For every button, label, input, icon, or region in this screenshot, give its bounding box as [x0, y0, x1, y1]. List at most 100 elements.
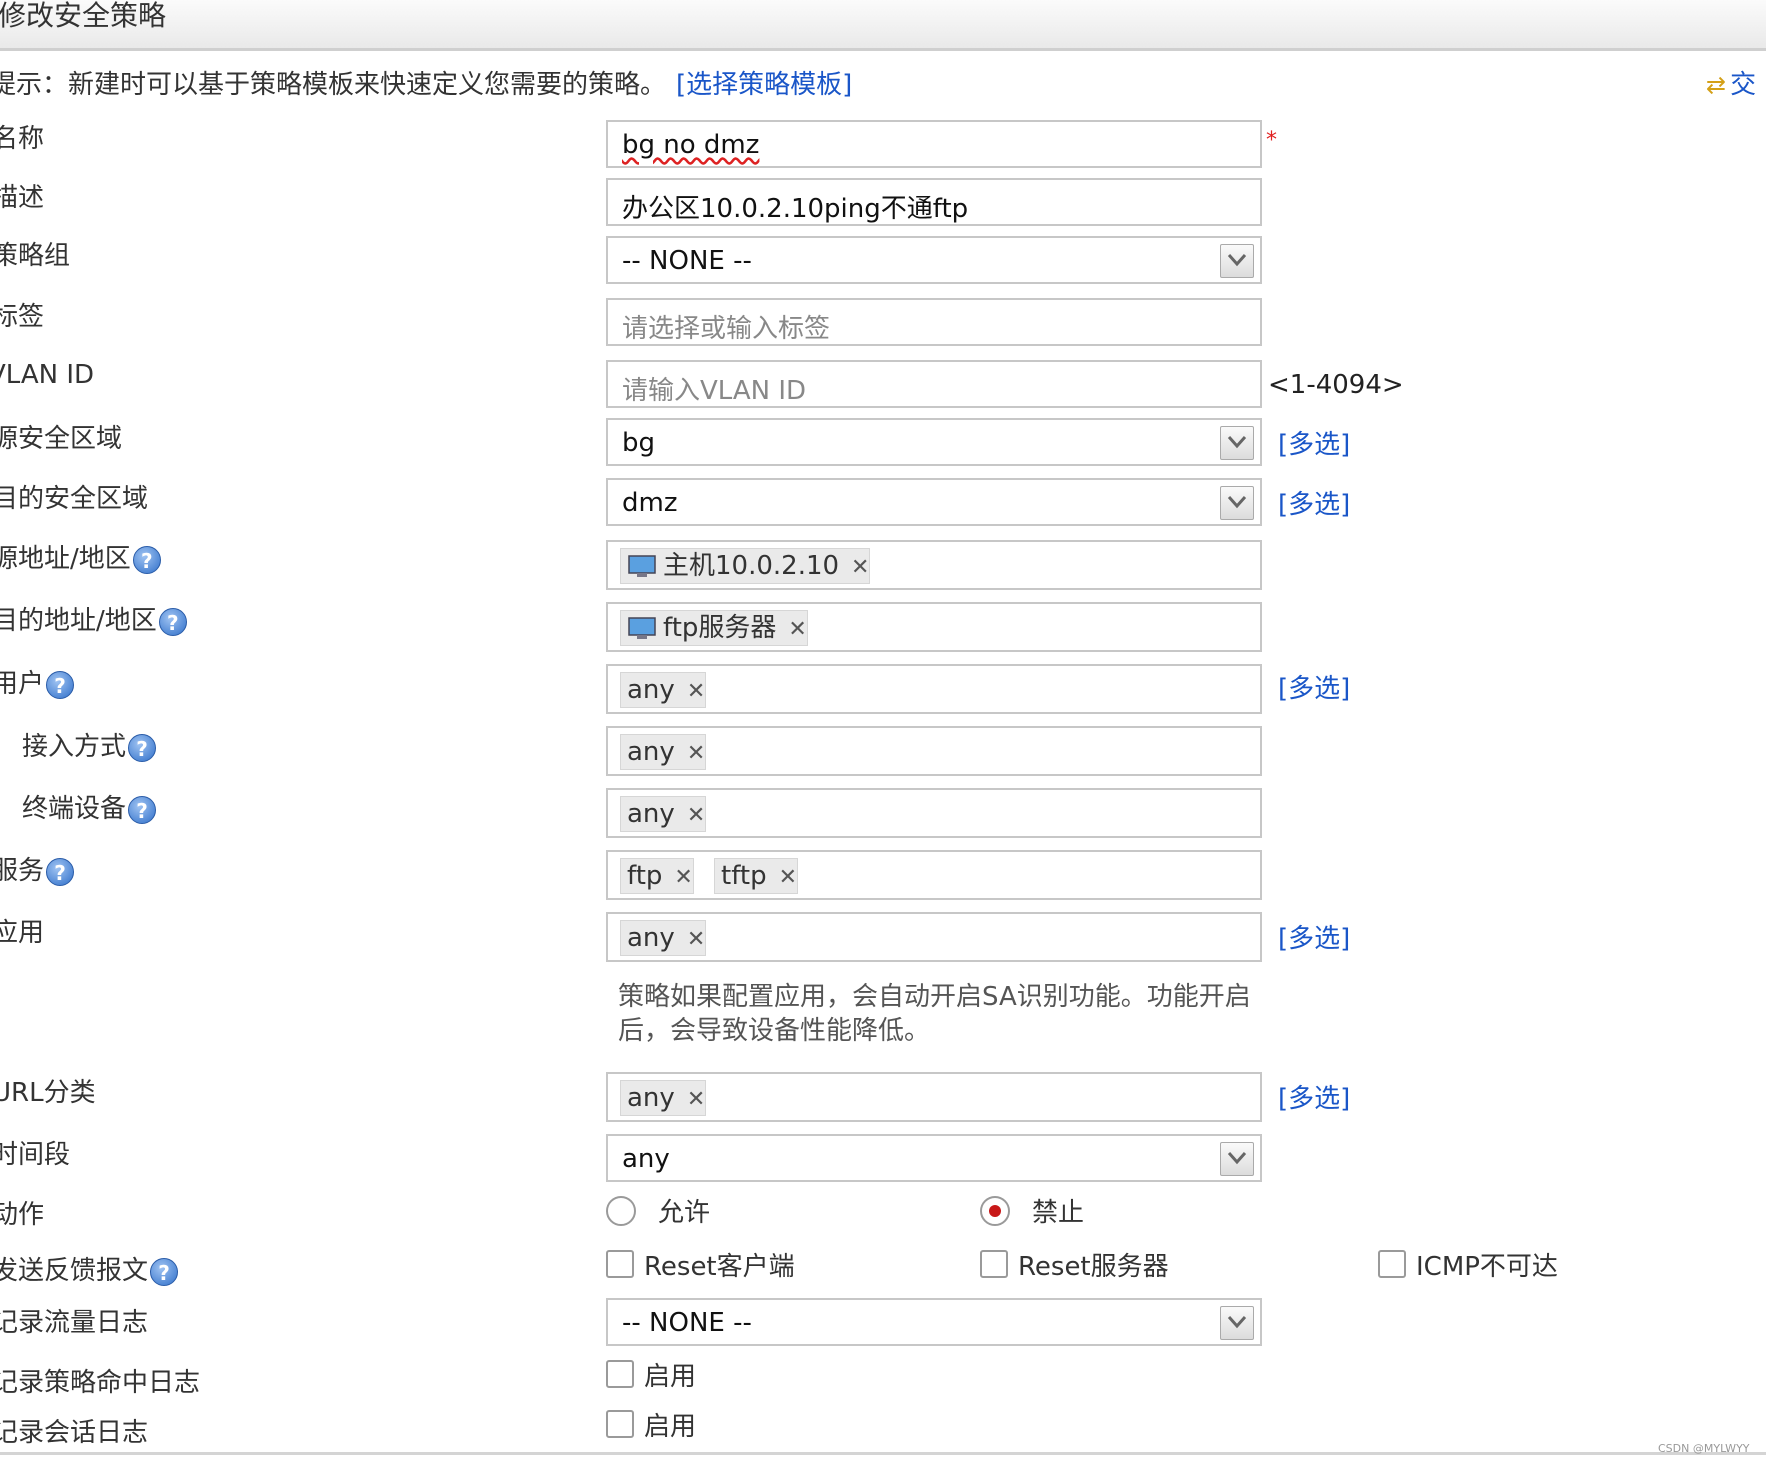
hint-message: 提示：新建时可以基于策略模板来快速定义您需要的策略。 — [0, 70, 667, 100]
src-zone-multi-link[interactable]: [多选] — [1278, 424, 1350, 461]
url-multi-link[interactable]: [多选] — [1278, 1078, 1350, 1115]
label-dst-addr: 目的地址/地区? — [0, 600, 187, 637]
app-note: 策略如果配置应用，会自动开启SA识别功能。功能开启后，会导致设备性能降低。 — [618, 982, 1251, 1046]
service-value-1: ftp — [627, 861, 663, 891]
reset-server-label: Reset服务器 — [1018, 1252, 1169, 1282]
label-user: 用户? — [0, 663, 75, 700]
help-icon[interactable]: ? — [132, 545, 161, 574]
label-terminal-text: 终端设备 — [22, 794, 127, 824]
icmp-unreachable-checkbox[interactable] — [1378, 1250, 1406, 1278]
deny-label: 禁止 — [1032, 1198, 1085, 1228]
computer-icon — [628, 554, 656, 577]
tag-input[interactable]: 请选择或输入标签 — [606, 298, 1262, 346]
chevron-down-icon[interactable] — [1220, 1306, 1254, 1340]
remove-icon[interactable]: ✕ — [687, 679, 705, 704]
desc-input[interactable]: 办公区10.0.2.10ping不通ftp — [606, 178, 1262, 226]
access-value: any — [627, 737, 675, 767]
user-field[interactable]: any ✕ — [606, 664, 1262, 714]
bottom-divider — [0, 1452, 1766, 1455]
label-action: 动作 — [0, 1200, 45, 1230]
tag-placeholder: 请选择或输入标签 — [622, 314, 831, 344]
src-zone-select[interactable]: bg — [606, 418, 1262, 466]
label-terminal: 终端设备? — [22, 788, 157, 825]
radio-deny[interactable] — [980, 1196, 1010, 1226]
label-feedback: 发送反馈报文? — [0, 1250, 179, 1287]
url-chip: any ✕ — [620, 1080, 707, 1116]
user-value: any — [627, 675, 675, 705]
dialog-title: 修改安全策略 — [0, 0, 167, 32]
dst-addr-field[interactable]: ftp服务器 ✕ — [606, 602, 1262, 652]
help-icon[interactable]: ? — [46, 857, 75, 886]
src-zone-value: bg — [622, 428, 656, 458]
label-service: 服务? — [0, 850, 75, 887]
dst-zone-select[interactable]: dmz — [606, 478, 1262, 526]
traffic-log-value: -- NONE -- — [622, 1308, 752, 1338]
terminal-field[interactable]: any ✕ — [606, 788, 1262, 838]
terminal-chip: any ✕ — [620, 796, 707, 832]
name-value: bg no dmz — [622, 130, 760, 160]
vlan-range: <1-4094> — [1268, 370, 1404, 400]
help-icon[interactable]: ? — [128, 733, 157, 762]
dst-zone-multi-link[interactable]: [多选] — [1278, 484, 1350, 521]
url-value: any — [627, 1083, 675, 1113]
group-value: -- NONE -- — [622, 246, 752, 276]
reset-server-checkbox[interactable] — [980, 1250, 1008, 1278]
user-multi-link[interactable]: [多选] — [1278, 668, 1350, 705]
label-vlan: VLAN ID — [0, 360, 95, 390]
src-addr-field[interactable]: 主机10.0.2.10 ✕ — [606, 540, 1262, 590]
help-icon[interactable]: ? — [128, 795, 157, 824]
hit-log-checkbox[interactable] — [606, 1360, 634, 1388]
help-icon[interactable]: ? — [46, 670, 75, 699]
hint-text: 提示：新建时可以基于策略模板来快速定义您需要的策略。 [选择策略模板] — [0, 64, 852, 101]
reset-client-checkbox[interactable] — [606, 1250, 634, 1278]
remove-icon[interactable]: ✕ — [687, 741, 705, 766]
traffic-log-select[interactable]: -- NONE -- — [606, 1298, 1262, 1346]
vlan-placeholder: 请输入VLAN ID — [622, 376, 807, 406]
time-select[interactable]: any — [606, 1134, 1262, 1182]
label-dst-zone: 目的安全区域 — [0, 484, 149, 514]
remove-icon[interactable]: ✕ — [687, 927, 705, 952]
app-multi-link[interactable]: [多选] — [1278, 918, 1350, 955]
label-src-addr-text: 源地址/地区 — [0, 544, 131, 574]
desc-value: 办公区10.0.2.10ping不通ftp — [622, 194, 969, 224]
chevron-down-icon[interactable] — [1220, 486, 1254, 520]
chevron-down-icon[interactable] — [1220, 244, 1254, 278]
icmp-unreachable-label: ICMP不可达 — [1416, 1252, 1558, 1282]
remove-icon[interactable]: ✕ — [851, 555, 869, 580]
name-input[interactable]: bg no dmz — [606, 120, 1262, 168]
help-icon[interactable]: ? — [150, 1257, 179, 1286]
vlan-input[interactable]: 请输入VLAN ID — [606, 360, 1262, 408]
access-field[interactable]: any ✕ — [606, 726, 1262, 776]
remove-icon[interactable]: ✕ — [788, 617, 806, 642]
app-field[interactable]: any ✕ — [606, 912, 1262, 962]
url-field[interactable]: any ✕ — [606, 1072, 1262, 1122]
label-url: URL分类 — [0, 1078, 96, 1108]
label-hit-log: 记录策略命中日志 — [0, 1368, 201, 1398]
dialog-title-bar: 修改安全策略 — [0, 0, 1766, 51]
remove-icon[interactable]: ✕ — [687, 1087, 705, 1112]
label-src-zone: 源安全区域 — [0, 424, 123, 454]
access-chip: any ✕ — [620, 734, 707, 770]
radio-permit[interactable] — [606, 1196, 636, 1226]
remove-icon[interactable]: ✕ — [687, 803, 705, 828]
dst-addr-chip: ftp服务器 ✕ — [620, 610, 808, 646]
label-access-text: 接入方式 — [22, 732, 127, 762]
service-chip-tftp: tftp ✕ — [714, 858, 799, 894]
label-user-text: 用户 — [0, 669, 45, 699]
chevron-down-icon[interactable] — [1220, 426, 1254, 460]
label-session-log: 记录会话日志 — [0, 1418, 149, 1448]
swap-link[interactable]: ⇄ 交 — [1706, 64, 1756, 101]
service-field[interactable]: ftp ✕ tftp ✕ — [606, 850, 1262, 900]
dst-addr-value: ftp服务器 — [663, 613, 777, 643]
label-service-text: 服务 — [0, 856, 45, 886]
policy-group-select[interactable]: -- NONE -- — [606, 236, 1262, 284]
chevron-down-icon[interactable] — [1220, 1142, 1254, 1176]
help-icon[interactable]: ? — [158, 607, 187, 636]
reset-client-label: Reset客户端 — [644, 1252, 795, 1282]
swap-link-label: 交 — [1730, 70, 1757, 100]
label-app: 应用 — [0, 918, 45, 948]
select-template-link[interactable]: [选择策略模板] — [676, 70, 852, 100]
remove-icon[interactable]: ✕ — [779, 865, 797, 890]
session-log-checkbox[interactable] — [606, 1410, 634, 1438]
remove-icon[interactable]: ✕ — [674, 865, 692, 890]
